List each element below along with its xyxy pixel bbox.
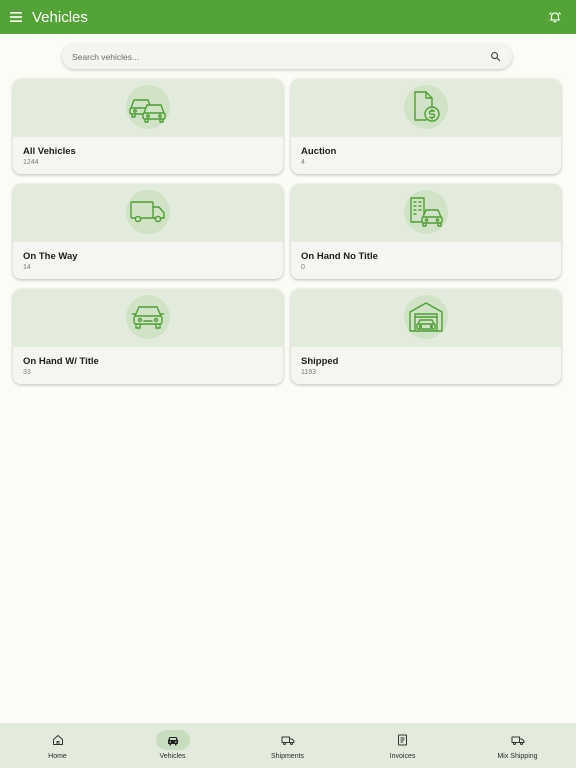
garage-car-icon (409, 302, 443, 332)
card-icon-circle (126, 295, 170, 339)
card-count: 14 (23, 264, 31, 271)
home-icon (52, 735, 63, 745)
app-bar: Vehicles (0, 0, 576, 34)
card-count: 1193 (301, 369, 317, 376)
invoice-icon (398, 734, 407, 746)
nav-icon-container (386, 730, 420, 750)
card-label: On Hand No Title (301, 251, 378, 262)
bottom-navigation: Home Vehicles Shipments Invoices Mix Shi… (0, 723, 576, 768)
truck-icon (511, 736, 524, 745)
card-label: On Hand W/ Title (23, 356, 99, 367)
building-car-icon (410, 197, 443, 227)
nav-item-vehicles[interactable]: Vehicles (115, 723, 230, 768)
cars-icon (129, 99, 166, 123)
card-all-vehicles[interactable]: All Vehicles 1244 (13, 79, 283, 174)
card-on-hand-with-title[interactable]: On Hand W/ Title 33 (13, 289, 283, 384)
card-icon-circle (404, 190, 448, 234)
nav-icon-container (155, 730, 190, 750)
search-icon[interactable] (490, 51, 501, 62)
card-icon-circle (404, 85, 448, 129)
nav-label: Mix Shipping (497, 753, 538, 760)
nav-label: Vehicles (159, 753, 186, 760)
nav-icon-container (271, 730, 305, 750)
card-on-the-way[interactable]: On The Way 14 (13, 184, 283, 279)
nav-item-shipments[interactable]: Shipments (230, 723, 345, 768)
car-icon (167, 736, 178, 745)
truck-icon (130, 201, 165, 223)
menu-button[interactable] (1, 0, 31, 34)
card-label: On The Way (23, 251, 78, 262)
nav-icon-container (41, 730, 75, 750)
nav-label: Home (48, 753, 67, 760)
document-dollar-icon (414, 91, 440, 122)
card-count: 33 (23, 369, 31, 376)
search-input[interactable] (72, 51, 472, 62)
nav-label: Invoices (389, 753, 416, 760)
card-count: 1244 (23, 159, 39, 166)
notifications-button[interactable] (546, 8, 564, 26)
hamburger-menu-icon (10, 12, 22, 22)
card-label: Auction (301, 146, 337, 157)
card-icon-circle (126, 190, 170, 234)
page-title: Vehicles (32, 8, 88, 26)
card-icon-circle (404, 295, 448, 339)
card-count: 4 (301, 159, 305, 166)
search-bar (62, 44, 512, 69)
car-icon (131, 306, 165, 329)
nav-item-invoices[interactable]: Invoices (345, 723, 460, 768)
card-auction[interactable]: Auction 4 (291, 79, 561, 174)
nav-icon-container (501, 730, 535, 750)
card-icon-circle (126, 85, 170, 129)
card-on-hand-no-title[interactable]: On Hand No Title 0 (291, 184, 561, 279)
nav-item-home[interactable]: Home (0, 723, 115, 768)
card-label: Shipped (301, 356, 339, 367)
card-count: 0 (301, 264, 305, 271)
card-label: All Vehicles (23, 146, 76, 157)
truck-icon (281, 736, 294, 745)
notification-bell-icon (549, 12, 561, 23)
card-shipped[interactable]: Shipped 1193 (291, 289, 561, 384)
nav-item-mix-shipping[interactable]: Mix Shipping (460, 723, 575, 768)
nav-label: Shipments (270, 753, 305, 760)
